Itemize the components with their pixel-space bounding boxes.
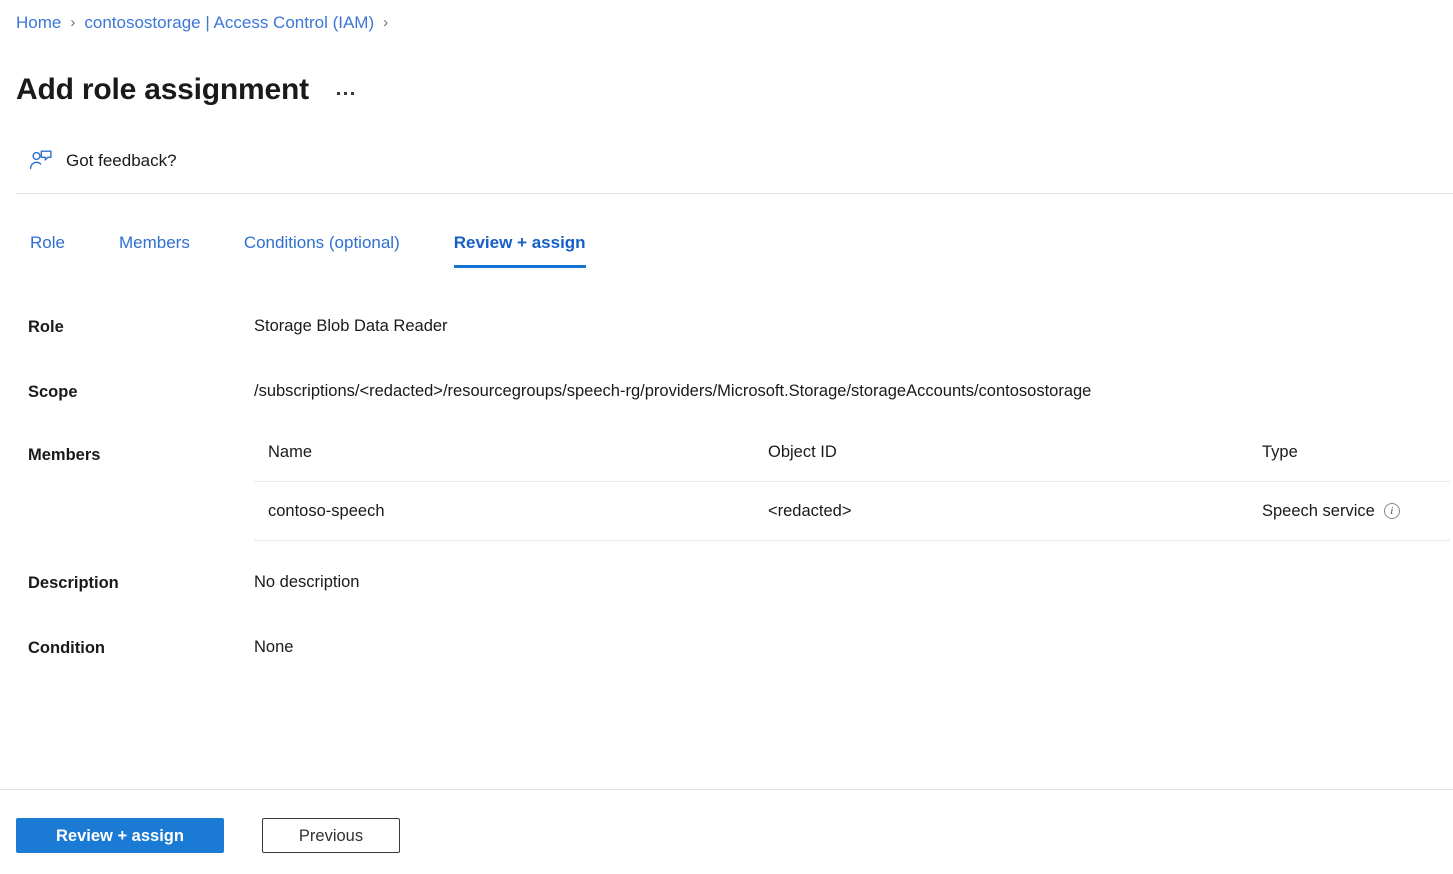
breadcrumb-separator-icon: › bbox=[383, 14, 389, 31]
add-role-assignment-page: Home › contosostorage | Access Control (… bbox=[0, 0, 1453, 874]
condition-label: Condition bbox=[28, 639, 105, 657]
type-cell-content: Speech service i bbox=[1262, 500, 1450, 522]
members-label: Members bbox=[28, 446, 101, 464]
detail-row-role: Role Storage Blob Data Reader bbox=[28, 315, 1448, 338]
description-label: Description bbox=[28, 574, 119, 592]
condition-value: None bbox=[254, 638, 294, 656]
column-header-name: Name bbox=[254, 441, 754, 482]
tab-conditions[interactable]: Conditions (optional) bbox=[244, 232, 400, 268]
wizard-tabs: Role Members Conditions (optional) Revie… bbox=[30, 232, 586, 268]
tab-role[interactable]: Role bbox=[30, 232, 65, 268]
person-feedback-icon bbox=[28, 148, 54, 174]
description-value: No description bbox=[254, 573, 360, 591]
tab-members[interactable]: Members bbox=[119, 232, 190, 268]
member-type-label: Speech service bbox=[1262, 502, 1375, 520]
previous-button[interactable]: Previous bbox=[262, 818, 400, 853]
table-header-row: Name Object ID Type bbox=[254, 441, 1450, 482]
column-header-type: Type bbox=[1248, 441, 1450, 482]
cell-member-object-id: <redacted> bbox=[754, 481, 1248, 541]
footer-divider bbox=[0, 789, 1453, 790]
review-assign-button[interactable]: Review + assign bbox=[16, 818, 224, 853]
title-row: Add role assignment bbox=[16, 50, 357, 130]
members-table: Name Object ID Type contoso-speech <reda… bbox=[254, 441, 1450, 541]
role-label: Role bbox=[28, 318, 64, 336]
scope-label: Scope bbox=[28, 383, 78, 401]
table-row: contoso-speech <redacted> Speech service… bbox=[254, 481, 1450, 541]
role-value: Storage Blob Data Reader bbox=[254, 317, 448, 335]
detail-row-members: Members Name Object ID Type contoso-spee… bbox=[28, 441, 1450, 541]
detail-row-scope: Scope /subscriptions/<redacted>/resource… bbox=[28, 380, 1448, 403]
scope-value: /subscriptions/<redacted>/resourcegroups… bbox=[254, 382, 1092, 400]
detail-row-description: Description No description bbox=[28, 571, 1448, 594]
got-feedback-button[interactable]: Got feedback? bbox=[28, 148, 177, 174]
got-feedback-label: Got feedback? bbox=[66, 151, 177, 170]
ellipsis-dot-icon bbox=[336, 91, 340, 95]
ellipsis-dot-icon bbox=[350, 91, 354, 95]
breadcrumb-item-contosostorage-iam[interactable]: contosostorage | Access Control (IAM) bbox=[84, 12, 374, 34]
footer-actions: Review + assign Previous bbox=[16, 818, 400, 853]
page-title: Add role assignment bbox=[16, 73, 309, 107]
review-details: Role Storage Blob Data Reader Scope /sub… bbox=[28, 315, 1450, 659]
info-icon[interactable]: i bbox=[1383, 503, 1400, 519]
tab-review-assign[interactable]: Review + assign bbox=[453, 232, 586, 268]
more-options-button[interactable] bbox=[334, 88, 357, 99]
members-table-wrapper: Name Object ID Type contoso-speech <reda… bbox=[254, 441, 1450, 541]
breadcrumb-separator-icon: › bbox=[70, 14, 76, 31]
detail-row-condition: Condition None bbox=[28, 636, 1448, 659]
header-divider bbox=[16, 193, 1453, 194]
cell-member-name: contoso-speech bbox=[254, 481, 754, 541]
column-header-object-id: Object ID bbox=[754, 441, 1248, 482]
breadcrumb-item-home[interactable]: Home bbox=[16, 12, 61, 34]
breadcrumb: Home › contosostorage | Access Control (… bbox=[16, 12, 397, 34]
ellipsis-dot-icon bbox=[343, 91, 347, 95]
cell-member-type: Speech service i bbox=[1248, 481, 1450, 541]
